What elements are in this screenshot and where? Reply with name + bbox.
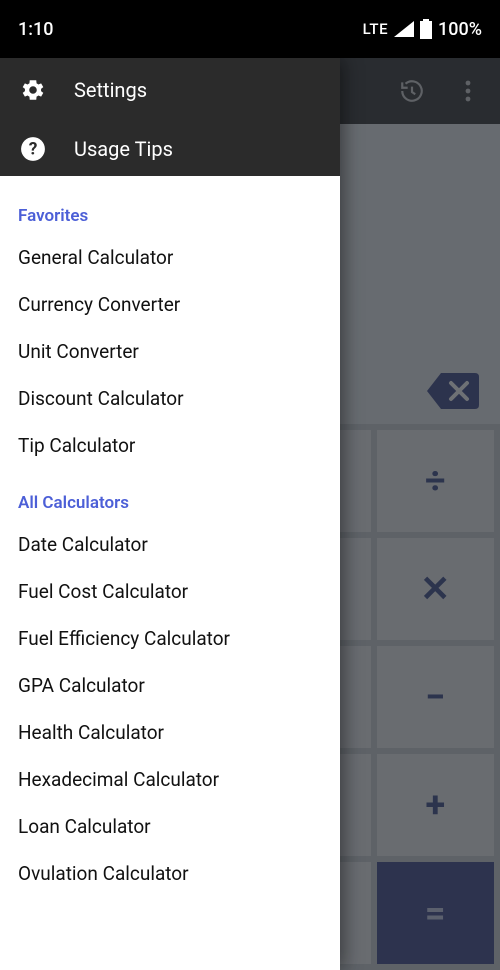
drawer-item-fuel-cost-calculator[interactable]: Fuel Cost Calculator xyxy=(0,568,340,615)
drawer-item-loan-calculator[interactable]: Loan Calculator xyxy=(0,803,340,850)
drawer-item-unit-converter[interactable]: Unit Converter xyxy=(0,328,340,375)
status-right: LTE 100% xyxy=(363,19,482,40)
drawer-main[interactable]: Favorites General Calculator Currency Co… xyxy=(0,176,340,970)
usage-tips-label: Usage Tips xyxy=(74,137,173,161)
drawer-header: Settings ? Usage Tips xyxy=(0,58,340,176)
status-network-label: LTE xyxy=(363,20,388,38)
help-icon: ? xyxy=(20,136,46,162)
all-calculators-header: All Calculators xyxy=(0,469,340,521)
gear-icon xyxy=(20,77,46,103)
drawer-item-general-calculator[interactable]: General Calculator xyxy=(0,234,340,281)
status-battery-label: 100% xyxy=(438,19,482,40)
favorites-header: Favorites xyxy=(0,196,340,234)
drawer-item-date-calculator[interactable]: Date Calculator xyxy=(0,521,340,568)
drawer-item-hexadecimal-calculator[interactable]: Hexadecimal Calculator xyxy=(0,756,340,803)
navigation-drawer: Settings ? Usage Tips Favorites General … xyxy=(0,58,340,970)
drawer-item-currency-converter[interactable]: Currency Converter xyxy=(0,281,340,328)
drawer-item-discount-calculator[interactable]: Discount Calculator xyxy=(0,375,340,422)
signal-icon xyxy=(394,21,414,37)
settings-row[interactable]: Settings xyxy=(0,58,340,122)
drawer-item-fuel-efficiency-calculator[interactable]: Fuel Efficiency Calculator xyxy=(0,615,340,662)
drawer-item-gpa-calculator[interactable]: GPA Calculator xyxy=(0,662,340,709)
status-time: 1:10 xyxy=(18,19,53,40)
drawer-item-health-calculator[interactable]: Health Calculator xyxy=(0,709,340,756)
battery-icon xyxy=(420,19,432,39)
usage-tips-row[interactable]: ? Usage Tips xyxy=(0,122,340,176)
settings-label: Settings xyxy=(74,78,147,102)
drawer-item-tip-calculator[interactable]: Tip Calculator xyxy=(0,422,340,469)
drawer-item-ovulation-calculator[interactable]: Ovulation Calculator xyxy=(0,850,340,897)
status-bar: 1:10 LTE 100% xyxy=(0,0,500,58)
svg-text:?: ? xyxy=(29,139,38,159)
